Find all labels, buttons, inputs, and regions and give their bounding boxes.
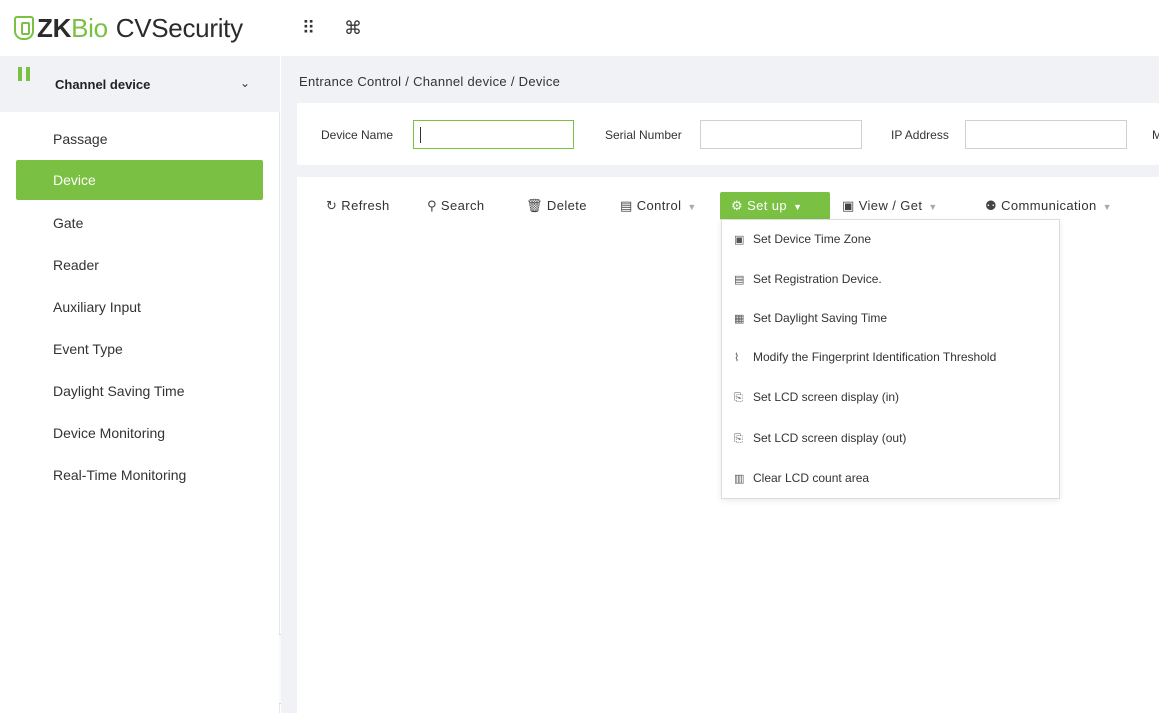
menu-item-label: Set Registration Device. [753,272,882,286]
trash-icon: 🗑 [526,198,543,213]
menu-item-clear-lcd-count-area[interactable]: ▥ Clear LCD count area [734,468,869,488]
sidebar-module-label: Channel device [55,77,151,92]
communication-label: Communication [1001,198,1097,213]
caret-down-icon: ▼ [1102,202,1112,212]
truncated-filter-label: M [1152,128,1159,142]
setup-label: Set up [747,198,788,213]
chevron-down-icon[interactable]: ⌄ [240,76,250,90]
sidebar-item-passage[interactable]: Passage [16,119,263,159]
logo-bio-text: Bio [71,12,108,43]
sidebar-item-real-time-monitoring[interactable]: Real-Time Monitoring [16,455,263,495]
sidebar-item-event-type[interactable]: Event Type [16,329,263,369]
daylight-saving-icon: ▦ [734,313,745,325]
serial-number-label: Serial Number [605,128,682,142]
search-label: Search [440,198,485,213]
gear-icon: ⚙ [731,198,744,213]
control-icon: ▤ [620,198,633,213]
view-get-label: View / Get [858,198,923,213]
menu-item-label: Modify the Fingerprint Identification Th… [753,350,997,364]
sidebar-module-header[interactable]: Channel device ⌄ [0,56,280,112]
caret-down-icon: ▼ [793,202,803,212]
registration-device-icon: ▤ [734,274,745,286]
sidebar-item-reader[interactable]: Reader [16,245,263,285]
sidebar-item-device[interactable]: Device [16,160,263,200]
view-icon: ▣ [842,198,855,213]
ip-address-label: IP Address [891,128,949,142]
menu-item-set-device-time-zone[interactable]: ▣ Set Device Time Zone [734,229,871,249]
setup-dropdown-button[interactable]: ⚙ Set up ▼ [720,192,830,220]
menu-item-label: Set Daylight Saving Time [753,311,888,325]
control-dropdown-button[interactable]: ▤ Control ▼ [620,193,697,219]
sidebar-item-device-monitoring[interactable]: Device Monitoring [16,413,263,453]
device-name-input[interactable] [413,120,574,149]
menu-item-set-registration-device[interactable]: ▤ Set Registration Device. [734,269,882,289]
lcd-display-icon: ⎘ [734,392,743,404]
search-icon: ⚲ [427,198,437,213]
communication-dropdown-button[interactable]: ⚉ Communication ▼ [985,193,1112,219]
control-label: Control [636,198,682,213]
refresh-label: Refresh [341,198,390,213]
logo-product-text: CVSecurity [115,12,243,43]
menu-item-label: Set LCD screen display (out) [753,431,907,445]
refresh-button[interactable]: ↻ Refresh [326,193,390,219]
delete-label: Delete [546,198,587,213]
device-name-label: Device Name [321,128,394,142]
serial-number-input[interactable] [700,120,862,149]
top-bar: ZK Bio CVSecurity ⠿ ⌘ [0,0,1159,56]
logo-shield-icon [14,16,34,40]
lcd-display-icon: ⎘ [734,433,743,445]
menu-item-set-lcd-display-in[interactable]: ⎘ Set LCD screen display (in) [734,387,899,407]
caret-down-icon: ▼ [687,202,697,212]
ip-address-input[interactable] [965,120,1127,149]
logo-zk-text: ZK [37,12,72,43]
menu-item-label: Clear LCD count area [753,471,870,485]
menu-item-modify-fingerprint-threshold[interactable]: ⌇ Modify the Fingerprint Identification T… [734,347,996,367]
clear-lcd-icon: ▥ [734,473,745,485]
sidebar: Channel device ⌄ Passage Device Gate Rea… [0,56,280,713]
text-caret [420,127,421,143]
caret-down-icon: ▼ [928,202,938,212]
app-logo[interactable]: ZK Bio CVSecurity [14,8,243,48]
search-button[interactable]: ⚲ Search [427,193,485,219]
sidebar-item-gate[interactable]: Gate [16,203,263,243]
communication-icon: ⚉ [985,198,998,213]
view-get-dropdown-button[interactable]: ▣ View / Get ▼ [842,193,938,219]
filter-panel: Device Name Serial Number IP Address M [297,103,1159,165]
command-icon[interactable]: ⌘ [344,18,362,39]
apps-grid-icon[interactable]: ⠿ [302,18,315,39]
delete-button[interactable]: 🗑 Delete [526,193,587,219]
channel-device-icon [18,67,30,81]
menu-item-label: Set LCD screen display (in) [753,390,900,404]
menu-item-label: Set Device Time Zone [753,232,872,246]
sidebar-item-auxiliary-input[interactable]: Auxiliary Input [16,287,263,327]
menu-item-set-daylight-saving-time[interactable]: ▦ Set Daylight Saving Time [734,308,887,328]
time-zone-icon: ▣ [734,234,745,246]
setup-dropdown-menu: ▣ Set Device Time Zone ▤ Set Registration … [721,219,1060,499]
breadcrumb: Entrance Control / Channel device / Devi… [299,74,561,89]
fingerprint-threshold-icon: ⌇ [734,352,740,364]
sidebar-item-daylight-saving-time[interactable]: Daylight Saving Time [16,371,263,411]
refresh-icon: ↻ [326,198,338,213]
menu-item-set-lcd-display-out[interactable]: ⎘ Set LCD screen display (out) [734,428,906,448]
